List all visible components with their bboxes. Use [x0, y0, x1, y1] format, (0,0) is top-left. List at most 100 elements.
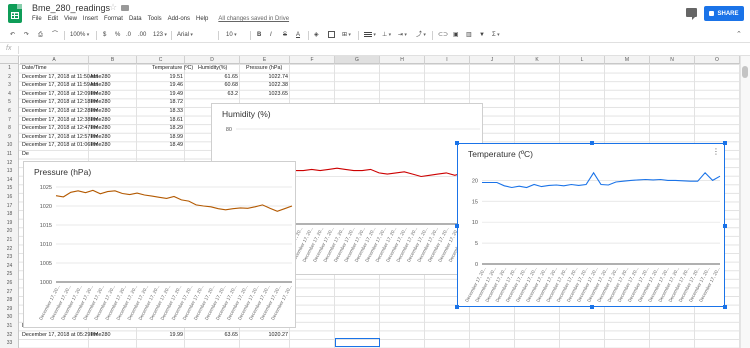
row-header[interactable]: 25 — [0, 270, 19, 279]
resize-handle-top-left[interactable] — [455, 141, 459, 145]
redo-icon[interactable]: ↷ — [24, 30, 29, 41]
document-title[interactable]: Bme_280_readings — [32, 3, 110, 13]
italic-button[interactable]: I — [270, 30, 272, 41]
menu-data[interactable]: Data — [129, 16, 142, 22]
header-cell[interactable]: Humidity(%) — [198, 64, 238, 73]
share-button[interactable]: SHARE — [704, 6, 744, 21]
menu-tools[interactable]: Tools — [148, 16, 162, 22]
row-header[interactable]: 27 — [0, 288, 19, 297]
vertical-align-icon[interactable]: ⊥ — [382, 30, 391, 41]
row-header[interactable]: 32 — [0, 331, 19, 340]
table-cell[interactable]: 19.49 — [137, 90, 184, 99]
resize-handle-bottom[interactable] — [590, 305, 594, 309]
row-header[interactable]: 24 — [0, 262, 19, 271]
row-header[interactable]: 9 — [0, 133, 19, 142]
table-cell[interactable]: bme280 — [91, 73, 136, 82]
row-header[interactable]: 18 — [0, 210, 19, 219]
table-cell[interactable]: December 17, 2018 at 12:57PM — [22, 133, 98, 142]
row-header[interactable]: 6 — [0, 107, 19, 116]
insert-comment-icon[interactable]: ▣ — [453, 30, 459, 41]
menu-file[interactable]: File — [32, 16, 42, 22]
temperature-chart[interactable]: Temperature (ºC) ⋮ 20 15 10 5 0 December 17, … — [455, 141, 727, 309]
vertical-scrollbar[interactable] — [740, 56, 750, 348]
row-header[interactable]: 28 — [0, 296, 19, 305]
row-header[interactable]: 22 — [0, 245, 19, 254]
table-cell[interactable]: bme280 — [91, 133, 136, 142]
borders-icon[interactable] — [328, 30, 335, 41]
horizontal-align-icon[interactable] — [364, 30, 376, 41]
column-header-j[interactable]: J — [470, 56, 515, 64]
font-size-select[interactable]: 10 — [226, 30, 248, 41]
table-cell[interactable]: 1023.65 — [240, 90, 289, 99]
text-wrap-icon[interactable]: ⇥ — [398, 30, 407, 41]
chevron-up-icon[interactable]: ⌃ — [736, 30, 742, 38]
row-header[interactable]: 31 — [0, 322, 19, 331]
row-header[interactable]: 8 — [0, 124, 19, 133]
merge-cells-icon[interactable]: ⊞ — [342, 30, 351, 41]
table-cell[interactable]: bme280 — [91, 116, 136, 125]
row-header[interactable]: 3 — [0, 81, 19, 90]
column-header-c[interactable]: C — [137, 56, 185, 64]
table-cell[interactable]: 60.68 — [185, 81, 239, 90]
row-header[interactable]: 29 — [0, 305, 19, 314]
menu-add-ons[interactable]: Add-ons — [168, 16, 190, 22]
column-header-k[interactable]: K — [515, 56, 560, 64]
table-cell[interactable]: 18.29 — [137, 124, 184, 133]
table-cell[interactable]: 63.2 — [185, 90, 239, 99]
decrease-decimal-button[interactable]: .0 — [126, 30, 131, 41]
more-formats-select[interactable]: 123 — [153, 30, 167, 41]
resize-handle-left[interactable] — [455, 224, 459, 228]
column-header-n[interactable]: N — [650, 56, 695, 64]
table-cell[interactable]: 18.49 — [137, 141, 184, 150]
row-header[interactable]: 7 — [0, 116, 19, 125]
table-cell[interactable]: December 17, 2018 at 01:06PM — [22, 141, 98, 150]
table-cell[interactable]: 19.51 — [137, 73, 184, 82]
row-header[interactable]: 17 — [0, 202, 19, 211]
row-header[interactable]: 21 — [0, 236, 19, 245]
undo-icon[interactable]: ↶ — [10, 30, 15, 41]
row-header[interactable]: 20 — [0, 227, 19, 236]
text-rotate-icon[interactable]: ⤴ — [416, 30, 426, 41]
row-header[interactable]: 14 — [0, 176, 19, 185]
insert-link-icon[interactable]: ⊂⊃ — [438, 30, 448, 41]
table-cell[interactable]: December 17, 2018 at 05:29PM — [22, 331, 98, 340]
zoom-select[interactable]: 100% — [70, 30, 89, 41]
table-cell[interactable]: December 17, 2018 at 11:50AM — [22, 73, 98, 82]
table-cell[interactable]: 61.65 — [185, 73, 239, 82]
percent-format-button[interactable]: % — [115, 30, 120, 41]
comment-icon[interactable] — [686, 8, 697, 20]
menu-help[interactable]: Help — [196, 16, 208, 22]
table-cell[interactable]: December 17, 2018 at 11:59AM — [22, 81, 98, 90]
paint-format-icon[interactable]: ⌒ — [52, 30, 58, 41]
row-header[interactable]: 12 — [0, 159, 19, 168]
menu-insert[interactable]: Insert — [83, 16, 98, 22]
strikethrough-button[interactable]: S — [283, 30, 287, 41]
sheets-logo-icon[interactable] — [8, 4, 22, 23]
row-header[interactable]: 16 — [0, 193, 19, 202]
table-cell[interactable]: De — [22, 150, 88, 159]
table-cell[interactable]: 18.61 — [137, 116, 184, 125]
insert-chart-icon[interactable]: ▥ — [466, 30, 472, 41]
select-all-corner[interactable] — [0, 56, 19, 64]
resize-handle-bottom-right[interactable] — [723, 305, 727, 309]
row-header[interactable]: 30 — [0, 313, 19, 322]
row-header[interactable]: 15 — [0, 184, 19, 193]
header-cell[interactable]: Pressure (hPa) — [246, 64, 288, 73]
row-header[interactable]: 2 — [0, 73, 19, 82]
column-header-m[interactable]: M — [605, 56, 650, 64]
row-header[interactable]: 4 — [0, 90, 19, 99]
table-cell[interactable]: December 17, 2018 at 12:28PM — [22, 107, 98, 116]
table-cell[interactable]: 1022.74 — [240, 73, 289, 82]
table-cell[interactable]: bme280 — [91, 107, 136, 116]
table-cell[interactable]: bme280 — [91, 81, 136, 90]
table-cell[interactable]: 63.65 — [185, 331, 239, 340]
column-header-o[interactable]: O — [695, 56, 740, 64]
fill-color-icon[interactable]: ◈ — [314, 30, 319, 41]
row-header[interactable]: 33 — [0, 339, 19, 348]
column-header-g[interactable]: G — [335, 56, 380, 64]
table-cell[interactable]: December 17, 2018 at 12:38PM — [22, 116, 98, 125]
bold-button[interactable]: B — [257, 30, 261, 41]
table-cell[interactable]: 19.46 — [137, 81, 184, 90]
table-cell[interactable]: December 17, 2018 at 12:18PM — [22, 98, 98, 107]
resize-handle-top[interactable] — [590, 141, 594, 145]
